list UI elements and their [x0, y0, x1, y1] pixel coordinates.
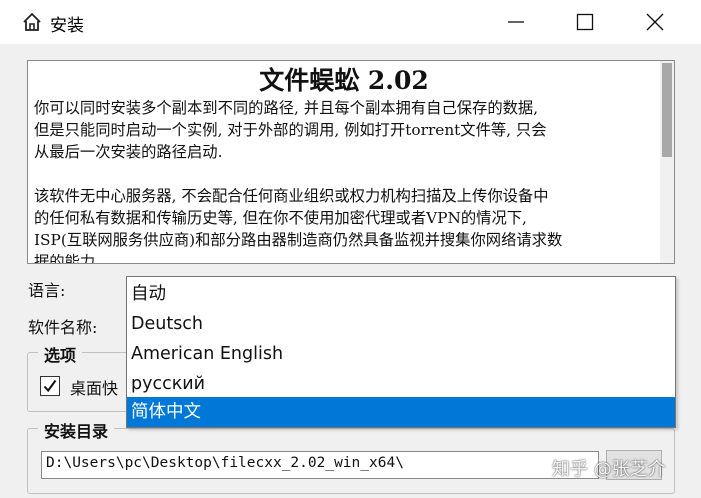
language-label: 语言:: [28, 281, 66, 300]
language-dropdown-list[interactable]: 自动 Deutsch American English русский 简体中文: [126, 276, 676, 428]
desktop-shortcut-label[interactable]: 桌面快: [70, 375, 118, 399]
install-path-input[interactable]: D:\Users\pc\Desktop\filecxx_2.02_win_x64…: [41, 451, 599, 479]
description-line: ISP(互联网服务供应商)和部分路由器制造商仍然具备监视并搜集你网络请求数: [34, 231, 563, 249]
maximize-button[interactable]: [557, 0, 613, 44]
installer-window: 安装 文件蜈蚣 2.02 你可以同时安装多个副本到不同的路径, 并且每个副本拥有…: [0, 0, 701, 498]
install-path-value: D:\Users\pc\Desktop\filecxx_2.02_win_x64…: [46, 455, 404, 471]
description-paragraph-2: 该软件无中心服务器, 不会配合任何商业组织或权力机构扫描及上传你设备中 的任何私…: [34, 185, 658, 263]
close-icon: [646, 13, 664, 31]
description-scrollbar[interactable]: [660, 61, 674, 263]
scrollbar-thumb[interactable]: [662, 63, 672, 157]
home-icon: [22, 12, 42, 32]
title-bar[interactable]: 安装: [0, 0, 701, 44]
maximize-icon: [576, 13, 594, 31]
description-textbox[interactable]: 文件蜈蚣 2.02 你可以同时安装多个副本到不同的路径, 并且每个副本拥有自己保…: [27, 60, 675, 264]
dropdown-option-russian[interactable]: русский: [127, 369, 675, 399]
install-dir-group-title: 安装目录: [38, 418, 115, 442]
minimize-button[interactable]: [488, 0, 544, 44]
dropdown-option-american-english[interactable]: American English: [127, 339, 675, 369]
dropdown-option-deutsch[interactable]: Deutsch: [127, 309, 675, 339]
checkmark-icon: [43, 379, 57, 393]
desktop-shortcut-checkbox[interactable]: [40, 376, 60, 396]
options-group-title: 选项: [38, 342, 83, 366]
watermark-text: 知乎 @张芝介: [552, 459, 666, 480]
software-name-label: 软件名称:: [28, 318, 98, 337]
dropdown-option-simplified-chinese[interactable]: 简体中文: [127, 397, 675, 427]
dropdown-option-auto[interactable]: 自动: [127, 279, 675, 309]
description-line: 但是只能同时启动一个实例, 对于外部的调用, 例如打开torrent文件等, 只…: [34, 121, 547, 139]
window-title: 安装: [50, 16, 84, 36]
close-button[interactable]: [627, 0, 683, 44]
description-line: 据的能力: [34, 253, 96, 263]
description-line: 的任何私有数据和传输历史等, 但在你不使用加密代理或者VPN的情况下,: [34, 209, 527, 227]
minimize-icon: [508, 21, 524, 23]
product-heading: 文件蜈蚣 2.02: [259, 66, 429, 95]
description-line: 该软件无中心服务器, 不会配合任何商业组织或权力机构扫描及上传你设备中: [34, 187, 549, 205]
description-content: 文件蜈蚣 2.02 你可以同时安装多个副本到不同的路径, 并且每个副本拥有自己保…: [28, 61, 660, 263]
description-line: 你可以同时安装多个副本到不同的路径, 并且每个副本拥有自己保存的数据,: [34, 99, 539, 117]
description-line: 从最后一次安装的路径启动.: [34, 143, 223, 161]
description-paragraph-1: 你可以同时安装多个副本到不同的路径, 并且每个副本拥有自己保存的数据, 但是只能…: [34, 97, 658, 163]
